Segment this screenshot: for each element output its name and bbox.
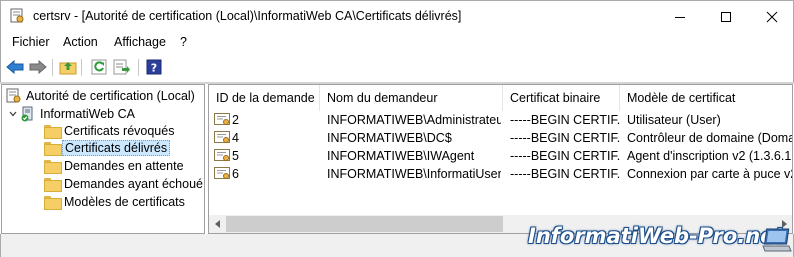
tree-ca-label: InformatiWeb CA [40,107,135,121]
up-folder-button[interactable] [58,58,78,76]
certificate-icon [214,113,230,125]
maximize-icon [721,11,731,22]
menu-help[interactable]: ? [180,35,187,49]
scroll-left-icon [214,220,220,228]
tree-item-label: Modèles de certificats [64,195,185,209]
column-header-requester[interactable]: Nom du demandeur [320,85,503,111]
close-button[interactable] [749,1,794,32]
cell-binary: -----BEGIN CERTIF... [510,149,620,163]
minimize-icon [675,16,685,18]
cell-binary: -----BEGIN CERTIF... [510,113,620,127]
maximize-button[interactable] [703,1,749,32]
cell-binary: -----BEGIN CERTIF... [510,131,620,145]
tree-item-issued[interactable]: Certificats délivrés [44,139,171,157]
cell-binary: -----BEGIN CERTIF... [510,167,620,181]
tree-root[interactable]: Autorité de certification (Local) [6,87,195,105]
cell-id: 5 [232,149,239,163]
back-button[interactable] [5,58,25,76]
cell-template: Agent d'inscription v2 (1.3.6.1.4 [627,149,793,163]
menu-action[interactable]: Action [63,35,98,49]
menu-bar: Fichier Action Affichage ? [0,31,794,53]
tree-ca[interactable]: InformatiWeb CA [8,105,135,123]
cell-template: Utilisateur (User) [627,113,721,127]
menu-affichage[interactable]: Affichage [114,35,166,49]
refresh-icon [91,59,107,75]
help-icon: ? [146,59,162,75]
certificate-icon [214,131,230,143]
refresh-button[interactable] [89,58,109,76]
folder-icon [44,160,62,174]
cell-requester: INFORMATIWEB\IWAgent [327,149,475,163]
cell-requester: INFORMATIWEB\Administrateur [327,113,501,127]
tree-item-pending[interactable]: Demandes en attente [44,157,184,175]
cell-id: 4 [232,131,239,145]
table-row[interactable]: 4 INFORMATIWEB\DC$ -----BEGIN CERTIF... … [209,129,793,147]
laptop-logo-icon [762,228,792,252]
up-folder-icon [59,62,77,75]
tree-item-revoked[interactable]: Certificats révoqués [44,122,174,140]
svg-text:?: ? [151,62,157,75]
cell-id: 6 [232,167,239,181]
toolbar-separator [138,59,139,76]
toolbar-separator [81,59,82,76]
tree-root-label: Autorité de certification (Local) [26,89,195,103]
column-header-template[interactable]: Modèle de certificat [620,85,792,111]
folder-icon [44,178,62,192]
forward-button[interactable] [28,58,48,76]
help-button[interactable]: ? [144,58,164,76]
watermark-text: InformatiWeb-Pro.net [528,224,785,248]
window-title: certsrv - [Autorité de certification (Lo… [33,9,462,23]
menu-fichier[interactable]: Fichier [12,35,50,49]
title-bar: certsrv - [Autorité de certification (Lo… [0,0,794,31]
tree-item-templates[interactable]: Modèles de certificats [44,193,185,211]
toolbar-separator [52,59,53,76]
tree-item-label: Demandes en attente [64,159,184,173]
tree-item-label: Certificats délivrés [62,140,171,156]
ca-server-icon [21,106,33,122]
export-list-button[interactable] [112,58,132,76]
tree-item-label: Demandes ayant échoué [64,177,203,191]
scroll-left-button[interactable] [209,215,226,233]
cell-id: 2 [232,113,239,127]
toolbar: ? [0,53,794,82]
folder-icon [44,125,62,139]
forward-arrow-icon [29,60,47,74]
certsrv-app-icon [10,8,24,23]
minimize-button[interactable] [657,1,703,32]
cell-requester: INFORMATIWEB\InformatiUser [327,167,501,181]
cell-template: Contrôleur de domaine (Doma [627,131,793,145]
certificate-icon [214,167,230,179]
certificate-icon [214,149,230,161]
results-list: ID de la demande Nom du demandeur Certif… [208,84,793,234]
table-row[interactable]: 2 INFORMATIWEB\Administrateur -----BEGIN… [209,111,792,129]
back-arrow-icon [6,60,24,74]
close-icon [766,11,778,22]
cell-requester: INFORMATIWEB\DC$ [327,131,452,145]
column-header-binary[interactable]: Certificat binaire [503,85,620,111]
table-row[interactable]: 6 INFORMATIWEB\InformatiUser -----BEGIN … [209,165,793,183]
tree-item-label: Certificats révoqués [64,124,175,138]
folder-icon [44,142,62,156]
folder-icon [44,196,62,210]
tree-pane: Autorité de certification (Local) Inform… [1,84,205,234]
column-header-id[interactable]: ID de la demande [209,85,320,111]
export-list-icon [113,59,130,75]
cell-template: Connexion par carte à puce v2 [627,167,793,181]
certsrv-icon [6,88,21,103]
table-row[interactable]: 5 INFORMATIWEB\IWAgent -----BEGIN CERTIF… [209,147,793,165]
chevron-down-icon[interactable] [8,109,18,119]
tree-item-failed[interactable]: Demandes ayant échoué [44,175,203,193]
scrollbar-thumb[interactable] [226,216,503,232]
